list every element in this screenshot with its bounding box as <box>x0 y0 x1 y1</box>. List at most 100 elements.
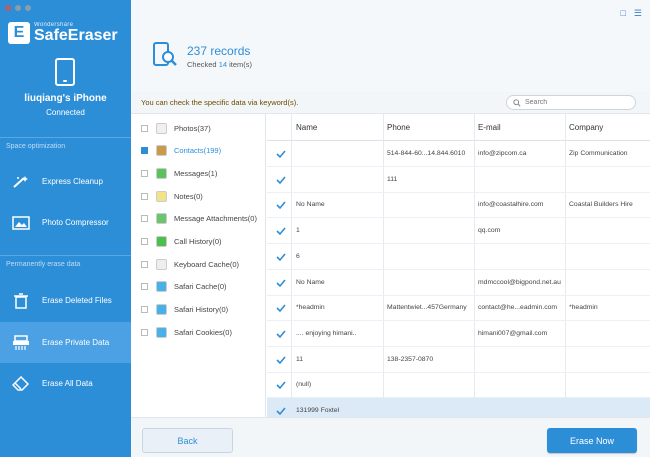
close-window-button[interactable] <box>5 5 11 11</box>
row-check-icon[interactable] <box>276 149 286 159</box>
category-item[interactable]: Notes(0) <box>141 185 203 207</box>
category-item[interactable]: Safari Cache(0) <box>141 276 227 298</box>
table-header: Name Phone E-mail Company <box>267 114 650 141</box>
nav-photo-compressor[interactable]: Photo Compressor <box>0 202 131 243</box>
shredder-icon <box>12 334 30 351</box>
row-check-icon[interactable] <box>276 380 286 390</box>
feedback-icon[interactable]: □ <box>620 8 625 19</box>
table-cell: himani007@gmail.com <box>478 329 548 337</box>
category-label: Contacts(199) <box>174 146 222 156</box>
table-row[interactable]: (null) <box>267 372 650 399</box>
category-label: Photos(37) <box>174 123 211 133</box>
keyword-hint: You can check the specific data via keyw… <box>141 98 299 107</box>
maximize-window-button[interactable] <box>25 5 31 11</box>
category-item[interactable]: Safari History(0) <box>141 299 228 321</box>
nav-erase-deleted-files-label: Erase Deleted Files <box>42 296 112 305</box>
nav-erase-deleted-files[interactable]: Erase Deleted Files <box>0 280 131 321</box>
row-check-icon[interactable] <box>276 355 286 365</box>
logo-icon: E <box>8 22 30 44</box>
category-icon <box>156 304 167 316</box>
col-email[interactable]: E-mail <box>478 123 501 132</box>
table-row[interactable]: 131999 Foxtel <box>267 398 650 417</box>
keyword-bar: You can check the specific data via keyw… <box>131 92 650 114</box>
search-icon <box>513 98 521 107</box>
col-company[interactable]: Company <box>569 123 603 132</box>
back-button[interactable]: Back <box>142 428 233 453</box>
table-row[interactable]: *headmin Mattentwiet...457Germany contact@… <box>267 295 650 322</box>
col-phone[interactable]: Phone <box>387 123 410 132</box>
device-name: liuqiang's iPhone <box>24 93 107 104</box>
search-input[interactable] <box>525 99 625 106</box>
category-icon <box>156 236 167 247</box>
category-checkbox[interactable] <box>141 283 148 291</box>
table-cell: Zip Communication <box>569 150 628 157</box>
table-row[interactable]: 111 <box>267 167 650 193</box>
menu-icon[interactable]: ☰ <box>634 8 642 19</box>
table-cell: Mattentwiet...457Germany <box>387 304 467 312</box>
nav-erase-all-data[interactable]: Erase All Data <box>0 363 131 404</box>
category-checkbox[interactable] <box>141 169 148 177</box>
category-checkbox[interactable] <box>141 124 148 132</box>
data-table: Name Phone E-mail Company 514-844-60...1… <box>267 114 650 417</box>
category-checkbox[interactable] <box>141 238 148 245</box>
row-check-icon[interactable] <box>276 406 286 416</box>
summary-header: □ ☰ 237 records Checked 14 item(s) <box>131 0 650 92</box>
category-checkbox[interactable] <box>141 328 148 336</box>
table-cell: *headmin <box>296 304 325 312</box>
table-row[interactable]: 6 <box>267 244 650 270</box>
row-check-icon[interactable] <box>276 200 286 210</box>
table-cell: mdmccool@bigpond.net.au <box>478 278 561 286</box>
row-check-icon[interactable] <box>276 175 286 185</box>
checked-count: Checked 14 item(s) <box>187 60 253 69</box>
row-check-icon[interactable] <box>276 226 286 236</box>
erase-now-button[interactable]: Erase Now <box>547 428 637 453</box>
phone-icon <box>55 58 75 86</box>
category-item[interactable]: Contacts(199) <box>141 140 221 162</box>
category-item[interactable]: Message Attachments(0) <box>141 208 257 230</box>
records-count: 237 records <box>187 44 251 58</box>
minimize-window-button[interactable] <box>15 5 21 11</box>
photo-icon <box>12 215 30 231</box>
sidebar: E Wondershare SafeEraser liuqiang's iPho… <box>0 0 131 457</box>
category-item[interactable]: Safari Cookies(0) <box>141 321 232 343</box>
table-cell: 111 <box>387 175 398 183</box>
nav-erase-private-data[interactable]: Erase Private Data <box>0 322 131 363</box>
category-label: Safari History(0) <box>174 305 229 315</box>
table-cell: qq.com <box>478 227 501 235</box>
row-check-icon[interactable] <box>276 252 286 262</box>
table-cell: (null) <box>296 381 312 389</box>
row-check-icon[interactable] <box>276 303 286 313</box>
table-cell: 1 <box>296 227 300 235</box>
app-logo: E Wondershare SafeEraser <box>8 22 118 44</box>
table-row[interactable]: No Name info@coastalhire.com Coastal Build… <box>267 192 650 219</box>
category-item[interactable]: Call History(0) <box>141 231 222 253</box>
search-box[interactable] <box>506 95 636 110</box>
category-checkbox[interactable] <box>141 215 148 223</box>
category-item[interactable]: Keyboard Cache(0) <box>141 253 239 275</box>
table-cell: 138-2357-0870 <box>387 355 434 363</box>
row-check-icon[interactable] <box>276 278 286 288</box>
category-checkbox[interactable] <box>141 260 148 268</box>
row-check-icon[interactable] <box>276 329 286 339</box>
phone-search-icon <box>151 42 177 68</box>
nav-express-cleanup[interactable]: Express Cleanup <box>0 161 131 202</box>
category-checkbox[interactable] <box>141 192 148 200</box>
nav-erase-all-data-label: Erase All Data <box>42 379 93 388</box>
table-row[interactable]: 1 qq.com <box>267 218 650 245</box>
section-permanently-erase: Permanently erase data <box>0 255 131 273</box>
category-item[interactable]: Photos(37) <box>141 117 211 139</box>
category-list: Photos(37) Contacts(199) Messages(1) Notes(… <box>131 114 266 417</box>
table-cell: info@zipcom.ca <box>478 150 527 157</box>
table-row[interactable]: 514-844-60...14.844.6010 info@zipcom.ca Zi… <box>267 141 650 167</box>
table-row[interactable]: No Name mdmccool@bigpond.net.au <box>267 270 650 296</box>
category-item[interactable]: Messages(1) <box>141 162 217 184</box>
col-name[interactable]: Name <box>296 123 317 132</box>
table-cell: 514-844-60...14.844.6010 <box>387 150 466 157</box>
table-row[interactable]: .... enjoying himani.. himani007@gmail.co… <box>267 321 650 347</box>
table-cell: *headmin <box>569 304 598 312</box>
category-label: Message Attachments(0) <box>174 214 257 224</box>
category-checkbox[interactable] <box>141 147 148 155</box>
category-checkbox[interactable] <box>141 306 148 314</box>
category-icon <box>156 167 167 179</box>
table-row[interactable]: 11 138-2357-0870 <box>267 347 650 373</box>
